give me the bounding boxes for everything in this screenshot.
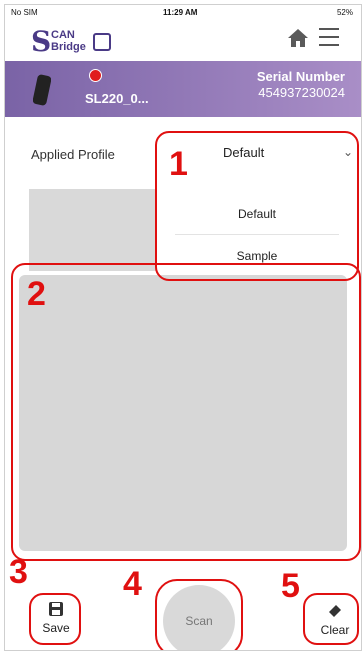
device-name: SL220_0... bbox=[85, 91, 149, 106]
device-banner: SL220_0... Serial Number 454937230024 bbox=[5, 61, 361, 117]
annotation-number-4: 4 bbox=[123, 565, 142, 603]
annotation-number-2: 2 bbox=[27, 275, 46, 313]
clock: 11:29 AM bbox=[163, 8, 198, 17]
save-button[interactable]: Save bbox=[33, 595, 79, 639]
serial-number-label: Serial Number bbox=[256, 69, 345, 84]
app-header: S CAN Bridge bbox=[5, 21, 361, 61]
battery-label: 52% bbox=[336, 8, 353, 17]
scanbridge-logo: S CAN Bridge bbox=[31, 27, 141, 57]
annotation-number-3: 3 bbox=[9, 553, 28, 591]
save-label: Save bbox=[42, 621, 70, 635]
serial-number-value: 454937230024 bbox=[258, 85, 345, 100]
scanner-device-icon bbox=[33, 74, 51, 106]
applied-profile-label: Applied Profile bbox=[31, 147, 115, 162]
save-icon bbox=[49, 602, 63, 616]
connection-status-icon bbox=[89, 69, 102, 82]
annotation-box-2 bbox=[11, 263, 361, 561]
eraser-icon bbox=[329, 605, 341, 617]
status-bar: No SIM 11:29 AM 52% bbox=[5, 5, 361, 21]
annotation-number-1: 1 bbox=[169, 145, 188, 183]
carrier-label: No SIM bbox=[11, 8, 38, 17]
scan-button[interactable]: Scan bbox=[163, 585, 235, 650]
background-panel bbox=[29, 189, 157, 271]
app-screen: No SIM 11:29 AM 52% S CAN Bridge SL220_0… bbox=[4, 4, 362, 651]
clear-button[interactable]: Clear bbox=[313, 597, 357, 639]
annotation-number-5: 5 bbox=[281, 567, 300, 605]
scan-label: Scan bbox=[185, 614, 213, 628]
clear-label: Clear bbox=[320, 623, 350, 637]
menu-icon[interactable] bbox=[319, 28, 339, 46]
home-icon[interactable] bbox=[287, 27, 309, 49]
